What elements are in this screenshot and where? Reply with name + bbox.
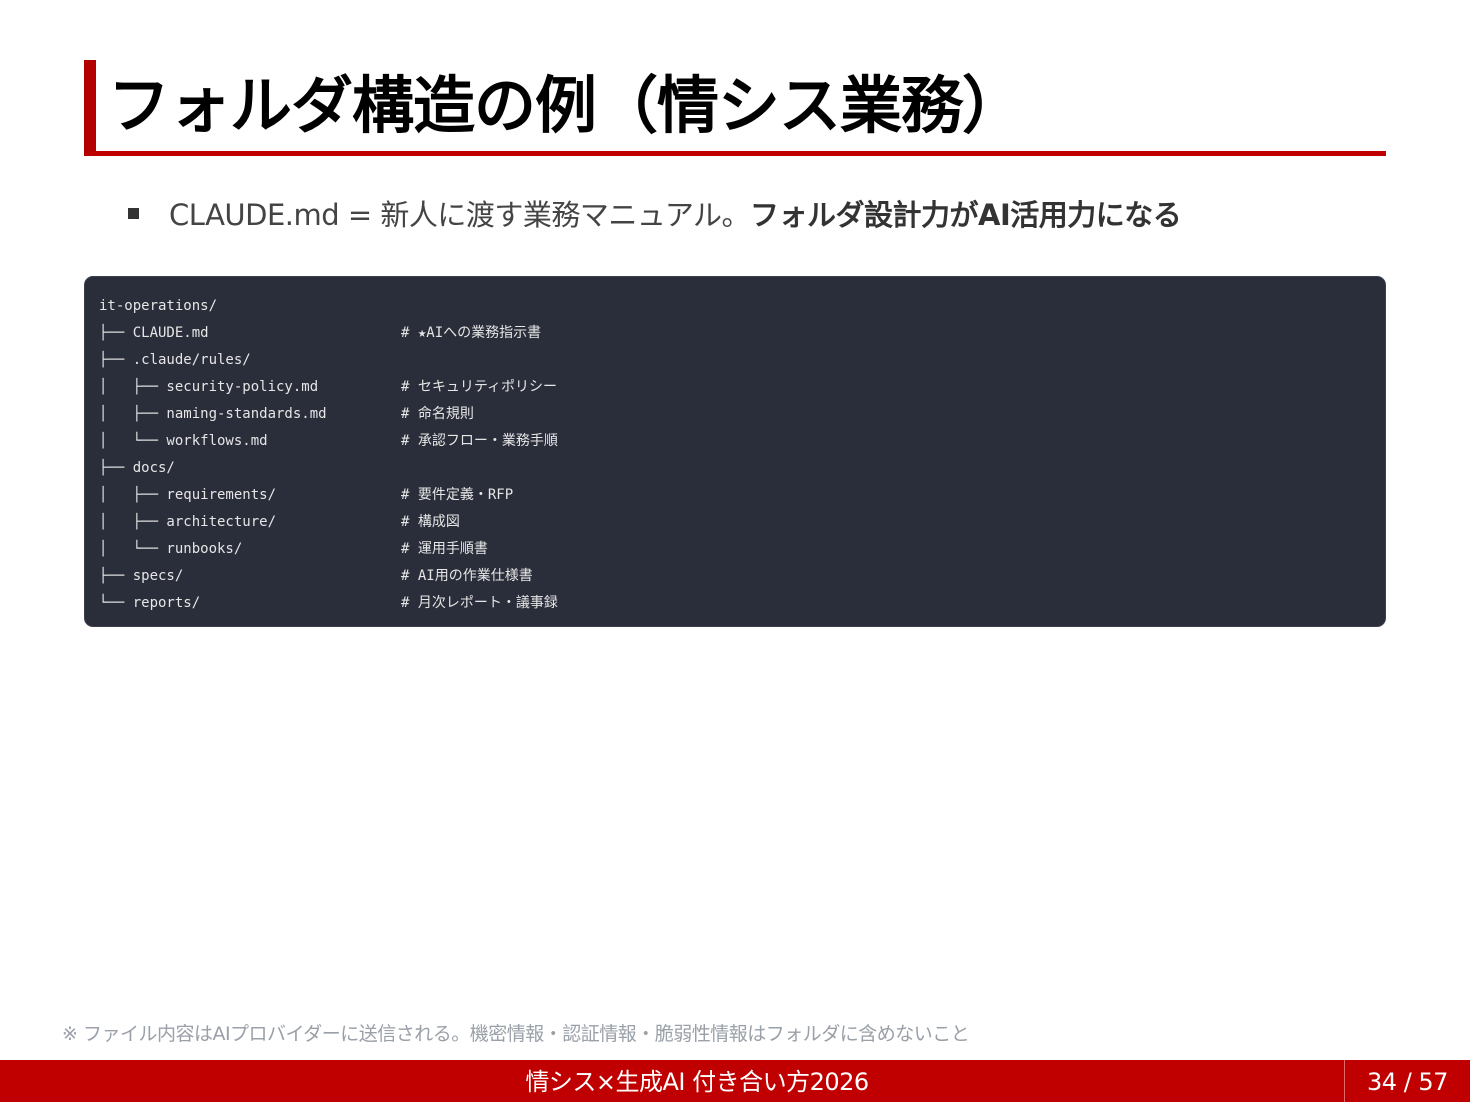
code-comment: # 構成図 [401,514,460,530]
code-comment: # 運用手順書 [401,541,488,557]
footnote: ※ ファイル内容はAIプロバイダーに送信される。機密情報・認証情報・脆弱性情報は… [62,1023,970,1045]
code-line: │ ├── architecture/ # 構成図 [99,509,1371,536]
code-path: │ ├── architecture/ [99,514,277,530]
code-path: ├── specs/ [99,568,184,584]
code-path: │ └── runbooks/ [99,541,243,557]
code-line: │ ├── security-policy.md # セキュリティポリシー [99,374,1371,401]
footer-title: 情シス×生成AI 付き合い方2026 [525,1068,869,1096]
code-line: │ └── workflows.md # 承認フロー・業務手順 [99,428,1371,455]
code-path: it-operations/ [99,298,218,314]
page-number: 34 / 57 [1367,1068,1448,1096]
code-path: │ ├── naming-standards.md [99,406,327,422]
code-line: ├── specs/ # AI用の作業仕様書 [99,563,1371,590]
code-comment: # セキュリティポリシー [401,379,558,395]
slide-title: フォルダ構造の例（情シス業務） [108,69,1024,142]
bullet-text: CLAUDE.md = 新人に渡す業務マニュアル。 [169,198,751,232]
code-comment: # 月次レポート・議事録 [401,595,558,611]
code-line: │ ├── naming-standards.md # 命名規則 [99,401,1371,428]
code-comment: # 承認フロー・業務手順 [401,433,558,449]
folder-tree-code-block: it-operations/ ├── CLAUDE.md # ★AIへの業務指示書… [84,276,1386,627]
code-path: └── reports/ [99,595,201,611]
code-path: │ ├── requirements/ [99,487,277,503]
bullet-item: CLAUDE.md = 新人に渡す業務マニュアル。 フォルダ設計力がAI活用力に… [128,190,1182,236]
code-line: │ ├── requirements/ # 要件定義・RFP [99,482,1371,509]
bullet-emphasis: フォルダ設計力がAI活用力になる [750,198,1182,232]
code-path: ├── docs/ [99,460,175,476]
code-comment: # 要件定義・RFP [401,487,514,503]
footer-bar: 情シス×生成AI 付き合い方2026 34 / 57 [0,1060,1470,1102]
code-line: ├── .claude/rules/ [99,347,1371,374]
code-comment: # AI用の作業仕様書 [401,568,533,584]
code-line: ├── docs/ [99,455,1371,482]
code-line: │ └── runbooks/ # 運用手順書 [99,536,1371,563]
code-comment: # ★AIへの業務指示書 [401,325,542,341]
code-path: │ ├── security-policy.md [99,379,319,395]
code-path: ├── CLAUDE.md [99,325,209,341]
slide-title-bar: フォルダ構造の例（情シス業務） [84,60,1386,156]
code-line: └── reports/ # 月次レポート・議事録 [99,590,1371,617]
code-line: it-operations/ [99,293,1371,320]
square-bullet-icon [128,207,139,219]
code-line: ├── CLAUDE.md # ★AIへの業務指示書 [99,320,1371,347]
code-comment: # 命名規則 [401,406,474,422]
code-path: ├── .claude/rules/ [99,352,251,368]
code-path: │ └── workflows.md [99,433,268,449]
